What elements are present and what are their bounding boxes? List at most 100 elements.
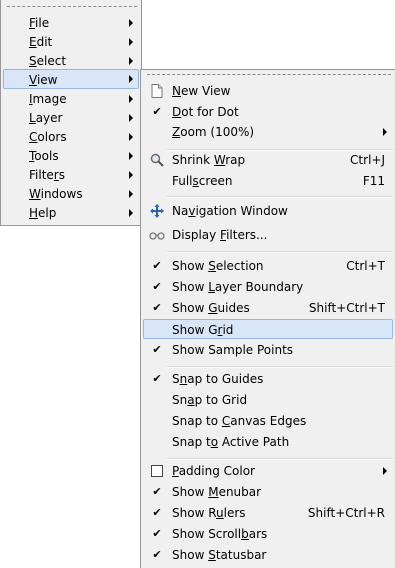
glasses-icon (149, 225, 165, 245)
checkmark-icon: ✔ (152, 548, 162, 561)
menu-view[interactable]: View (3, 69, 139, 89)
view-new-view[interactable]: New View (143, 81, 393, 101)
submenu-arrow-icon (129, 19, 133, 27)
show-selection-label: Show Selection (172, 259, 264, 273)
zoom-label: Zoom (100%) (172, 125, 255, 139)
view-snap-to-guides[interactable]: ✔ Snap to Guides (143, 369, 393, 389)
view-show-layer-boundary[interactable]: ✔ Show Layer Boundary (143, 277, 393, 297)
menu-help[interactable]: Help (3, 203, 139, 223)
show-statusbar-label: Show Statusbar (172, 548, 267, 562)
menu-edit-label: Edit (29, 35, 53, 49)
menu-colors[interactable]: Colors (3, 127, 139, 147)
view-shrink-wrap[interactable]: Shrink Wrap Ctrl+J (143, 150, 393, 170)
view-show-selection[interactable]: ✔ Show Selection Ctrl+T (143, 256, 393, 276)
checkmark-icon: ✔ (152, 343, 162, 356)
submenu-arrow-icon (383, 467, 387, 475)
submenu-arrow-icon (383, 128, 387, 136)
menu-view-label: View (29, 73, 58, 87)
display-filters-label: Display Filters... (172, 228, 268, 242)
menu-help-label: Help (29, 206, 57, 220)
submenu-arrow-icon (129, 190, 133, 198)
menu-windows[interactable]: Windows (3, 184, 139, 204)
shortcut-label: F11 (362, 174, 385, 188)
view-submenu: New View ✔ Dot for Dot Zoom (100%) Shrin… (140, 69, 395, 568)
shortcut-label: Shift+Ctrl+T (308, 301, 385, 315)
menu-windows-label: Windows (29, 187, 83, 201)
tearoff-line[interactable] (7, 6, 137, 7)
shrink-wrap-label: Shrink Wrap (172, 153, 246, 167)
main-menu: File Edit Select View Image Layer Colors… (0, 0, 142, 226)
view-show-grid[interactable]: Show Grid (143, 319, 393, 339)
view-fullscreen[interactable]: Fullscreen F11 (143, 171, 393, 191)
snap-to-canvas-edges-label: Snap to Canvas Edges (172, 414, 307, 428)
view-show-scrollbars[interactable]: ✔ Show Scrollbars (143, 524, 393, 544)
menu-layer[interactable]: Layer (3, 108, 139, 128)
view-show-rulers[interactable]: ✔ Show Rulers Shift+Ctrl+R (143, 503, 393, 523)
separator (167, 251, 393, 253)
checkmark-icon: ✔ (152, 485, 162, 498)
view-padding-color[interactable]: Padding Color (143, 461, 393, 481)
new-view-icon (149, 81, 165, 101)
view-snap-to-canvas-edges[interactable]: Snap to Canvas Edges (143, 411, 393, 431)
checkmark-icon: ✔ (152, 301, 162, 314)
show-menubar-label: Show Menubar (172, 485, 262, 499)
submenu-arrow-icon (129, 75, 133, 83)
separator (167, 366, 393, 368)
menu-image[interactable]: Image (3, 89, 139, 109)
shortcut-label: Shift+Ctrl+R (307, 506, 385, 520)
snap-to-active-path-label: Snap to Active Path (172, 435, 290, 449)
menu-image-label: Image (29, 92, 67, 106)
show-scrollbars-label: Show Scrollbars (172, 527, 268, 541)
submenu-arrow-icon (129, 209, 133, 217)
new-view-label: New View (172, 84, 231, 98)
menu-filters-label: Filters (29, 168, 65, 182)
view-show-statusbar[interactable]: ✔ Show Statusbar (143, 545, 393, 565)
view-show-guides[interactable]: ✔ Show Guides Shift+Ctrl+T (143, 298, 393, 318)
submenu-arrow-icon (129, 133, 133, 141)
menu-file-label: File (29, 16, 50, 30)
menu-layer-label: Layer (29, 111, 63, 125)
menu-filters[interactable]: Filters (3, 165, 139, 185)
separator (167, 458, 393, 460)
padding-color-label: Padding Color (172, 464, 255, 478)
snap-to-grid-label: Snap to Grid (172, 393, 248, 407)
view-show-sample-points[interactable]: ✔ Show Sample Points (143, 340, 393, 360)
submenu-arrow-icon (129, 57, 133, 65)
view-display-filters[interactable]: Display Filters... (143, 225, 393, 245)
view-snap-to-active-path[interactable]: Snap to Active Path (143, 432, 393, 452)
show-guides-label: Show Guides (172, 301, 250, 315)
checkmark-icon: ✔ (152, 259, 162, 272)
navigation-window-label: Navigation Window (172, 204, 288, 218)
submenu-arrow-icon (129, 171, 133, 179)
zoom-magnifier-icon (149, 150, 165, 170)
menu-edit[interactable]: Edit (3, 32, 139, 52)
navigation-move-icon (149, 201, 165, 221)
shortcut-label: Ctrl+J (350, 153, 385, 167)
checkmark-icon: ✔ (152, 372, 162, 385)
menu-file[interactable]: File (3, 13, 139, 33)
submenu-arrow-icon (129, 114, 133, 122)
tearoff-line[interactable] (147, 74, 391, 75)
menu-colors-label: Colors (29, 130, 67, 144)
menu-tools[interactable]: Tools (3, 146, 139, 166)
separator (167, 196, 393, 198)
padding-color-swatch-icon (151, 465, 163, 477)
dot-for-dot-label: Dot for Dot (172, 105, 239, 119)
show-grid-label: Show Grid (172, 323, 234, 337)
checkmark-icon: ✔ (152, 280, 162, 293)
view-snap-to-grid[interactable]: Snap to Grid (143, 390, 393, 410)
view-show-menubar[interactable]: ✔ Show Menubar (143, 482, 393, 502)
menu-select[interactable]: Select (3, 51, 139, 71)
show-sample-points-label: Show Sample Points (172, 343, 294, 357)
checkmark-icon: ✔ (152, 506, 162, 519)
view-navigation-window[interactable]: Navigation Window (143, 201, 393, 221)
checkmark-icon: ✔ (152, 105, 162, 118)
view-zoom[interactable]: Zoom (100%) (143, 122, 393, 142)
view-dot-for-dot[interactable]: ✔ Dot for Dot (143, 102, 393, 122)
show-layer-boundary-label: Show Layer Boundary (172, 280, 304, 294)
show-rulers-label: Show Rulers (172, 506, 246, 520)
fullscreen-label: Fullscreen (172, 174, 233, 188)
submenu-arrow-icon (129, 95, 133, 103)
snap-to-guides-label: Snap to Guides (172, 372, 264, 386)
checkmark-icon: ✔ (152, 527, 162, 540)
